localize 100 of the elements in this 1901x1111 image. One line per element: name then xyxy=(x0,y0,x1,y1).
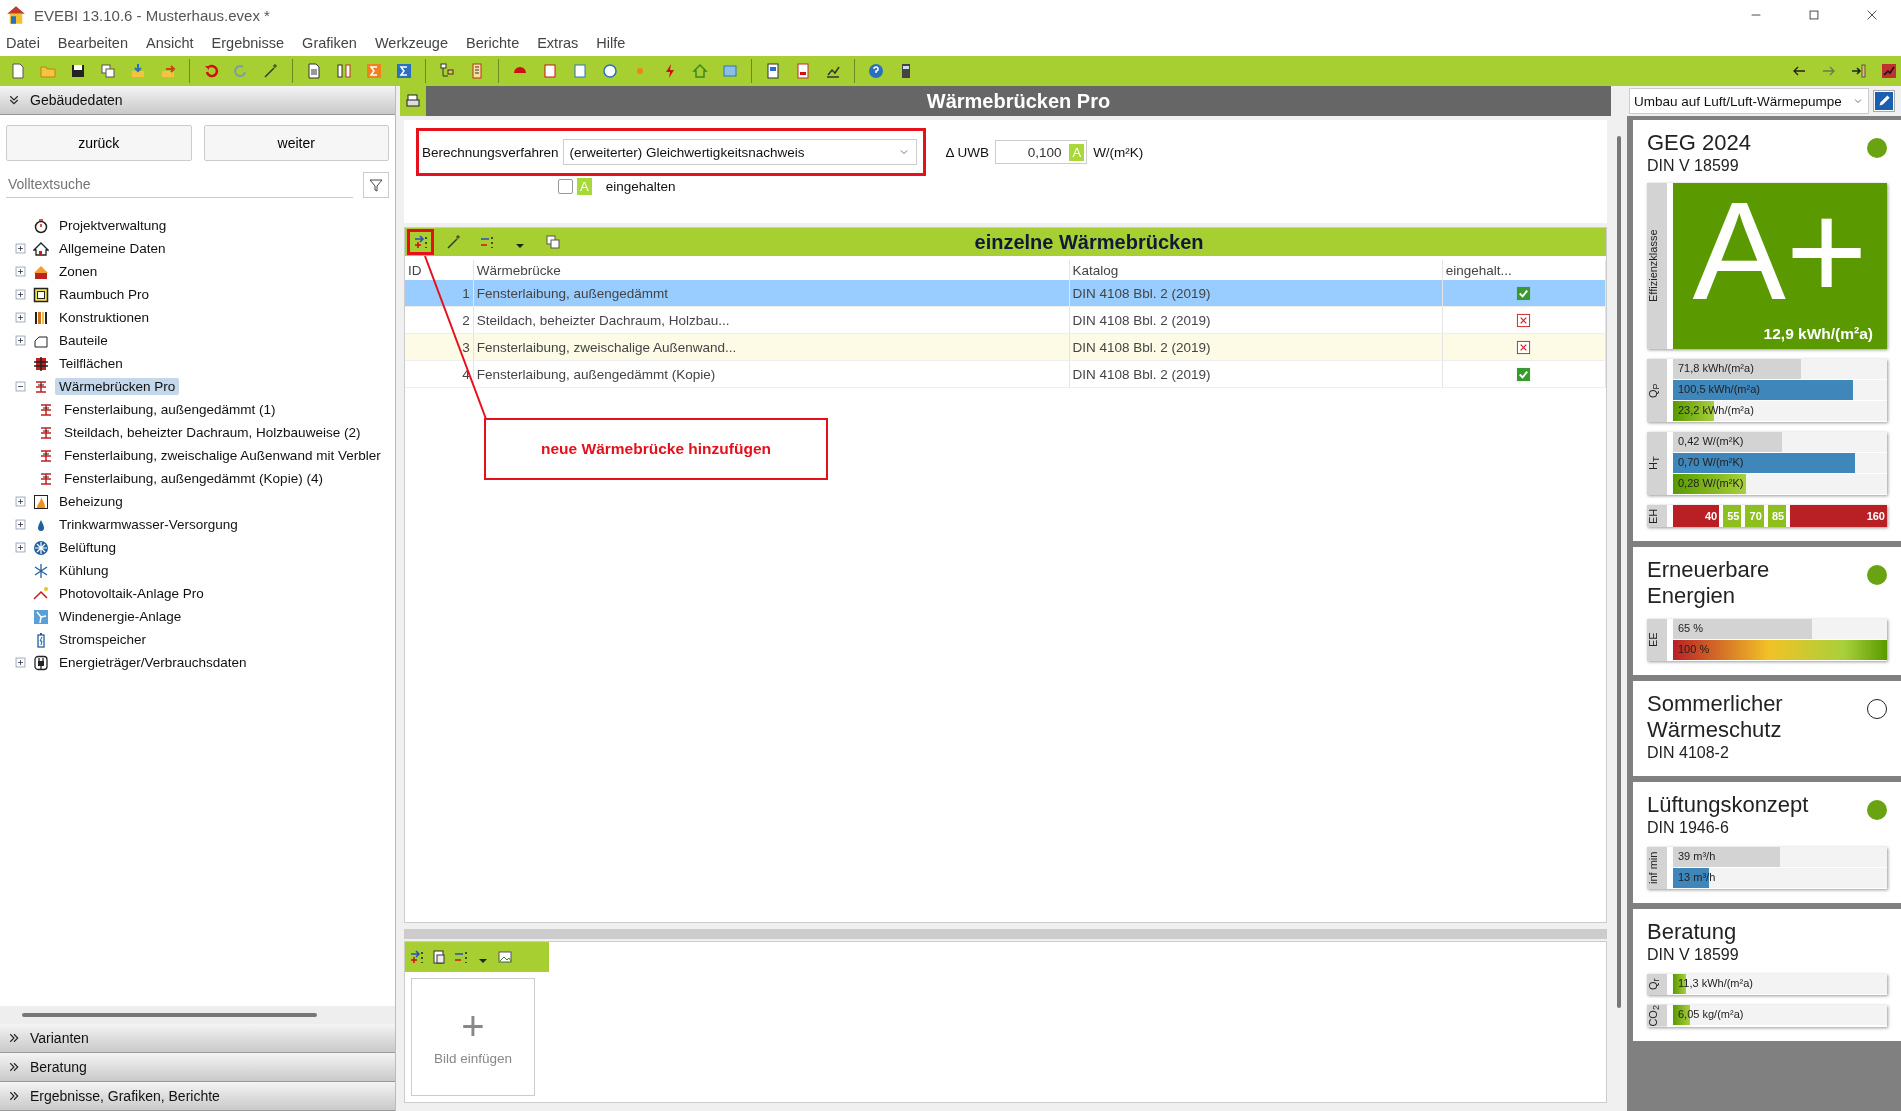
printer-icon[interactable] xyxy=(405,93,421,109)
document-icon[interactable] xyxy=(572,63,588,79)
next-button[interactable]: weiter xyxy=(203,125,389,161)
expand-icon[interactable] xyxy=(14,265,27,278)
edit-button[interactable] xyxy=(1873,90,1895,112)
magic-wand-icon[interactable] xyxy=(263,63,279,79)
tree-item[interactable]: Fensterlaibung, außengedämmt (1) xyxy=(60,401,280,418)
section-header[interactable]: Ergebnisse, Grafiken, Berichte xyxy=(0,1082,395,1111)
axis-label: Effizienzklasse xyxy=(1647,183,1667,349)
field-label: Berechnungsverfahren xyxy=(422,144,559,160)
menu-item[interactable]: Bearbeiten xyxy=(48,35,137,51)
checkbox[interactable] xyxy=(558,179,573,194)
tree-item[interactable]: Stromspeicher xyxy=(55,631,151,648)
scale-segment: 160 xyxy=(1790,505,1887,527)
undo-icon[interactable] xyxy=(203,63,219,79)
back-button[interactable]: zurück xyxy=(6,125,192,161)
tree-item[interactable]: Wärmebrücken Pro xyxy=(55,378,180,395)
document-icon[interactable] xyxy=(10,63,26,79)
expand-icon[interactable] xyxy=(14,656,27,669)
maximize-icon[interactable] xyxy=(1807,8,1821,22)
sum-icon[interactable] xyxy=(396,63,412,79)
stopwatch-icon xyxy=(33,217,49,234)
card-subtitle: DIN 4108-2 xyxy=(1647,744,1730,762)
expand-icon[interactable] xyxy=(14,311,27,324)
tree-item[interactable]: Windenergie-Anlage xyxy=(55,608,186,625)
export-icon[interactable] xyxy=(160,63,176,79)
chart-icon[interactable] xyxy=(1881,63,1897,79)
help-icon[interactable] xyxy=(868,63,884,79)
tree-item[interactable]: Kühlung xyxy=(55,562,113,579)
copy-icon[interactable] xyxy=(100,63,116,79)
expand-icon[interactable] xyxy=(14,242,27,255)
section-header[interactable]: Gebäudedaten xyxy=(0,86,395,115)
add-row-icon[interactable] xyxy=(409,949,425,965)
menu-item[interactable]: Ansicht xyxy=(137,35,203,51)
bar-value: 100 % xyxy=(1678,643,1710,655)
house-icon xyxy=(33,240,49,257)
tree-item[interactable]: Photovoltaik-Anlage Pro xyxy=(55,585,208,602)
menu-item[interactable]: Berichte xyxy=(457,35,529,51)
expand-icon[interactable] xyxy=(14,541,27,554)
sum-icon[interactable] xyxy=(366,63,382,79)
scrollbar[interactable] xyxy=(1617,136,1621,1008)
report-icon[interactable] xyxy=(765,63,781,79)
collapse-icon[interactable] xyxy=(14,380,27,393)
paste-icon[interactable] xyxy=(431,949,447,965)
section-header[interactable]: Beratung xyxy=(0,1053,395,1082)
remove-row-icon[interactable] xyxy=(478,234,495,251)
tree-item[interactable]: Projektverwaltung xyxy=(55,217,171,234)
page-icon[interactable] xyxy=(306,63,322,79)
method-dropdown[interactable]: (erweiterter) Gleichwertigkeitsnachweis xyxy=(562,139,917,165)
tree-item[interactable]: Belüftung xyxy=(55,539,121,556)
expand-icon[interactable] xyxy=(14,288,27,301)
remove-row-icon[interactable] xyxy=(453,949,469,965)
hierarchy-icon[interactable] xyxy=(439,63,455,79)
table-cell: 2 xyxy=(405,306,474,334)
table-cell: Fensterlaibung, außengedämmt (Kopie) xyxy=(473,360,1070,388)
expand-icon[interactable] xyxy=(14,518,27,531)
import-icon[interactable] xyxy=(130,63,146,79)
tree-item[interactable]: Teilflächen xyxy=(55,355,127,372)
add-button[interactable] xyxy=(407,229,434,256)
list-icon[interactable] xyxy=(469,63,485,79)
arrow-into-icon[interactable] xyxy=(1851,63,1867,79)
energy-value: 12,9 kWh/(m²a) xyxy=(1763,325,1873,343)
snowflake-icon xyxy=(33,562,49,579)
menu-item[interactable]: Ergebnisse xyxy=(202,35,294,51)
menu-item[interactable]: Werkzeuge xyxy=(365,35,457,51)
duplicate-icon[interactable] xyxy=(544,234,561,251)
columns-icon[interactable] xyxy=(336,63,352,79)
close-icon[interactable] xyxy=(1865,8,1879,22)
table-cell: 3 xyxy=(405,333,474,361)
add-image-button[interactable]: + Bild einfügen xyxy=(411,978,535,1096)
expand-icon[interactable] xyxy=(14,334,27,347)
tree-item[interactable]: Fensterlaibung, außengedämmt (Kopie) (4) xyxy=(60,470,327,487)
document-icon[interactable] xyxy=(542,63,558,79)
section-title: Beratung xyxy=(30,1059,87,1075)
tree-item[interactable]: Zonen xyxy=(55,263,102,280)
expand-icon[interactable] xyxy=(14,495,27,508)
picture-icon[interactable] xyxy=(497,949,513,965)
field-label: Δ UWB xyxy=(945,144,990,160)
value-field[interactable]: 0,100 A xyxy=(995,140,1088,164)
variant-dropdown[interactable]: Umbau auf Luft/Luft-Wärmepumpe xyxy=(1629,88,1869,114)
tree-item[interactable]: Bauteile xyxy=(55,332,112,349)
magic-wand-icon[interactable] xyxy=(445,234,462,251)
card-title: GEG 2024 xyxy=(1647,130,1752,156)
tree-item[interactable]: Fensterlaibung, zweischalige Außenwand mit Verbler xyxy=(60,447,385,464)
tree-item[interactable]: Trinkwarmwasser-Versorgung xyxy=(55,516,242,533)
tree-item[interactable]: Steildach, beheizter Dachraum, Holzbauweise (2) xyxy=(60,424,365,441)
tree-item[interactable]: Beheizung xyxy=(55,493,127,510)
section-header[interactable]: Varianten xyxy=(0,1024,395,1053)
menu-item[interactable]: Hilfe xyxy=(587,35,635,51)
menu-item[interactable]: Extras xyxy=(528,35,588,51)
menu-item[interactable]: Datei xyxy=(0,35,49,51)
tree-item[interactable]: Energieträger/Verbrauchsdaten xyxy=(55,654,251,671)
tree-item[interactable]: Konstruktionen xyxy=(55,309,154,326)
tree-item[interactable]: Raumbuch Pro xyxy=(55,286,154,303)
report-icon[interactable] xyxy=(795,63,811,79)
filter-button[interactable] xyxy=(363,171,389,198)
globe-icon[interactable] xyxy=(602,63,618,79)
tree-item[interactable]: Allgemeine Daten xyxy=(55,240,170,257)
menu-item[interactable]: Grafiken xyxy=(293,35,366,51)
scrollbar[interactable] xyxy=(22,1013,317,1017)
